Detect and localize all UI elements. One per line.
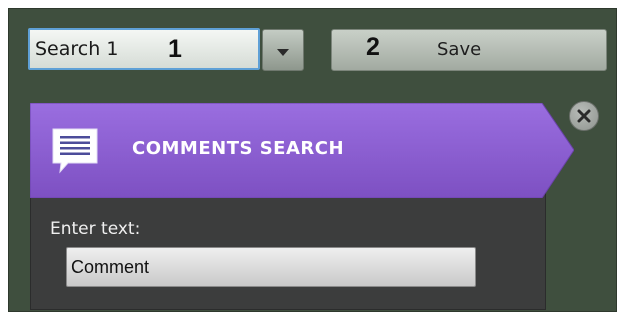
search-select-field[interactable]: Search 1 1 (28, 28, 260, 70)
callout-number-1: 1 (168, 35, 182, 63)
close-button[interactable] (569, 101, 599, 131)
comment-text-input[interactable]: Comment (66, 247, 476, 287)
search-select-value: Search 1 (35, 38, 119, 60)
search-dropdown-button[interactable] (262, 29, 304, 71)
panel-title: COMMENTS SEARCH (132, 138, 345, 159)
enter-text-label: Enter text: (50, 219, 141, 239)
chevron-down-icon (277, 48, 289, 56)
callout-number-2: 2 (366, 33, 380, 61)
save-button-label: Save (437, 39, 482, 60)
comment-icon (52, 128, 98, 174)
close-icon (577, 109, 591, 123)
save-button[interactable]: 2 Save (331, 29, 607, 71)
